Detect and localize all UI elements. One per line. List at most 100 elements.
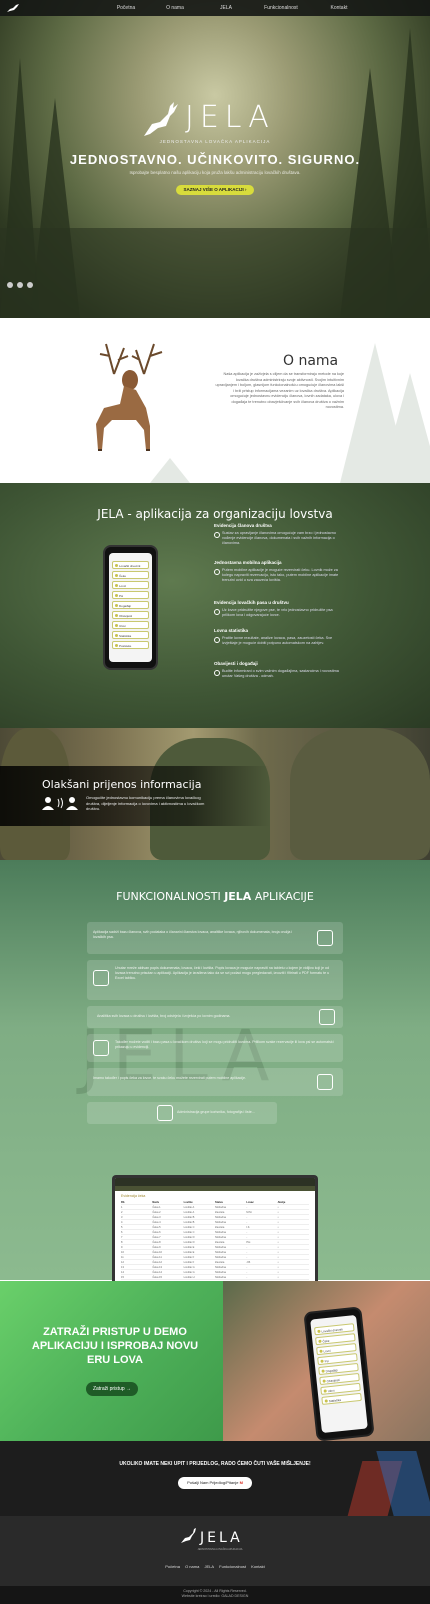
feature-notifications: Obavijesti i događaji Budite informirani… — [214, 661, 344, 679]
table-cell: Čeka 2 — [152, 1210, 161, 1214]
table-cell: • — [277, 1275, 279, 1279]
footer-link-features[interactable]: Funkcionalnost — [219, 1564, 246, 1569]
footer-tagline: JEDNOSTAVNA LOVAČKA APLIKACIJA — [197, 1548, 243, 1551]
column-header: Lovac — [246, 1200, 254, 1204]
table-cell: Čeka 9 — [152, 1245, 161, 1249]
table-cell: Čeka 10 — [152, 1250, 162, 1254]
table-cell: Lovište B — [183, 1215, 195, 1219]
phone-menu-item: Lovci — [112, 581, 149, 589]
column-header: Lovište — [183, 1200, 193, 1204]
hero-section: JELA JEDNOSTAVNA LOVAČKA APLIKACIJA JEDN… — [0, 0, 430, 318]
nav-logo-icon[interactable] — [6, 3, 20, 13]
table-cell: Zauzeta — [214, 1260, 225, 1264]
column-header: Akcije — [277, 1200, 286, 1204]
hero-tagline: JEDNOSTAVNA LOVAČKA APLIKACIJA — [159, 139, 271, 144]
feature-card-text: Aplikacija sadrži bazu članova, svih pod… — [93, 930, 293, 939]
table-cell: • — [277, 1205, 279, 1209]
calendar-icon — [319, 1009, 335, 1025]
table-cell: Slobodna — [214, 1245, 226, 1249]
footer-links: Početna O nama JELA Funkcionalnost Konta… — [0, 1564, 430, 1569]
linkedin-icon[interactable] — [17, 282, 23, 288]
table-cell: Lovište D — [183, 1240, 195, 1244]
table-cell: • — [277, 1245, 279, 1249]
table-cell: • — [277, 1240, 279, 1244]
feature-text: Budite informirani o svim važnim događaj… — [214, 669, 344, 679]
table-cell: I.K. — [246, 1225, 251, 1229]
ground-shape — [0, 228, 430, 318]
table-cell: Lovište D — [183, 1235, 195, 1239]
nav-link-features[interactable]: Funkcionalnost — [249, 0, 313, 16]
about-text: Naša aplikacija je zaživjela s ciljem da… — [215, 372, 344, 409]
instagram-icon[interactable] — [27, 282, 33, 288]
hunters-section: Olakšani prijenos informacija Omogućite … — [0, 728, 430, 860]
send-feedback-label: Pošalji Nam Prijedlog/Pitanje — [187, 1480, 239, 1485]
table-row[interactable]: 15 Čeka 15 Lovište H Slobodna - • — [121, 1275, 309, 1280]
table-cell: Čeka 1 — [152, 1205, 161, 1209]
table-cell: Čeka 4 — [152, 1220, 161, 1224]
table-cell: • — [277, 1225, 279, 1229]
table-cell: • — [277, 1230, 279, 1234]
table-cell: Lovište B — [183, 1220, 195, 1224]
column-header: Rb — [121, 1200, 125, 1204]
feature-text: Sustav za upravljanje članovima omogućuj… — [214, 531, 344, 546]
deer-image — [96, 343, 163, 451]
table-cell: 8 — [121, 1240, 123, 1244]
footer-link-jela[interactable]: JELA — [204, 1564, 214, 1569]
folder-icon — [317, 930, 333, 946]
hero-logo-text: JELA — [185, 100, 275, 135]
table-cell: Lovište G — [183, 1270, 195, 1274]
table-cell: Zauzeta — [214, 1225, 225, 1229]
footer-link-home[interactable]: Početna — [165, 1564, 180, 1569]
phone-menu-item: Statistika — [321, 1392, 362, 1405]
feature-dogs: Evidencija lovačkih pasa u društvu Uz lo… — [214, 600, 344, 618]
footer-link-contact[interactable]: Kontakt — [251, 1564, 265, 1569]
table-cell: 10 — [121, 1250, 124, 1254]
table-cell: - — [246, 1220, 248, 1224]
feature-text: Putem mobilne aplikacije je moguće rezer… — [214, 568, 344, 583]
feature-text: Pratite lovne rezultate, analize lovaca,… — [214, 636, 344, 646]
table-cell: Čeka 13 — [152, 1265, 162, 1269]
feature-heading: Jednostavna mobilna aplikacija — [214, 560, 282, 565]
table-cell: Slobodna — [214, 1270, 226, 1274]
features-title-pre: FUNKCIONALNOSTI — [116, 890, 225, 903]
phone-menu-item: Čeke — [112, 571, 149, 579]
laptop-mockup: Evidencija čeka Rb Naziv Lovište Status … — [112, 1175, 318, 1281]
feature-heading: Evidencija lovačkih pasa u društvu — [214, 600, 289, 605]
nav-link-contact[interactable]: Kontakt — [313, 0, 365, 16]
table-cell: - — [246, 1205, 248, 1209]
feature-card: Također možete voditi i bazu pasa u lova… — [87, 1034, 343, 1062]
table-cell: - — [246, 1275, 248, 1279]
request-access-button[interactable]: Zatraži pristup → — [86, 1382, 138, 1396]
feature-mobile: Jednostavna mobilna aplikacija Putem mob… — [214, 560, 344, 583]
learn-more-button[interactable]: SAZNAJ VIŠE O APLIKACIJI › — [176, 185, 254, 195]
feature-heading: Lovna statistika — [214, 628, 249, 633]
feature-card: Aplikacija sadrži bazu članova, svih pod… — [87, 922, 343, 954]
footer-link-about[interactable]: O nama — [185, 1564, 199, 1569]
table-cell: • — [277, 1250, 279, 1254]
cta-image: Lovački dnevnik Čeke Lovci Psi Događaji … — [223, 1281, 430, 1441]
table-cell: Lovište A — [183, 1210, 195, 1214]
app-section: JELA - aplikacija za organizaciju lovstv… — [0, 483, 430, 728]
send-feedback-button[interactable]: Pošalji Nam Prijedlog/Pitanje M — [178, 1477, 252, 1489]
hero-subtitle: Isprobajte besplatno našu aplikaciju koj… — [129, 170, 301, 175]
table-cell: 2 — [121, 1210, 123, 1214]
phone-menu-item: Statistika — [112, 631, 149, 639]
feature-card: Unutar mreže aktivan popis dokumenata, l… — [87, 960, 343, 1000]
features-title: FUNKCIONALNOSTI JELA APLIKACIJE — [0, 890, 430, 903]
feedback-text: UKOLIKO IMATE NEKI UPIT I PRIJEDLOG, RAD… — [119, 1461, 311, 1467]
table-cell: Lovište H — [183, 1275, 195, 1279]
table-cell: Slobodna — [214, 1220, 226, 1224]
cta-section: ZATRAŽI PRISTUP U DEMO APLIKACIJU I ISPR… — [0, 1281, 430, 1441]
table-cell: - — [246, 1255, 248, 1259]
credit-text: Website kreirao i uredio: GALAD DESIGN — [181, 1594, 249, 1598]
phone-screen: Lovački dnevnik Čeke Lovci Psi Događaji … — [310, 1314, 368, 1434]
nav-link-about[interactable]: O nama — [147, 0, 203, 16]
table-cell: Lovište C — [183, 1230, 195, 1234]
nav-link-jela[interactable]: JELA — [203, 0, 249, 16]
facebook-icon[interactable] — [7, 282, 13, 288]
feature-members: Evidencija članova društva Sustav za upr… — [214, 523, 344, 546]
footer-logo: JELA — [200, 1530, 243, 1546]
table-cell: 14 — [121, 1270, 124, 1274]
nav-link-home[interactable]: Početna — [105, 0, 147, 16]
table-cell: • — [277, 1255, 279, 1259]
